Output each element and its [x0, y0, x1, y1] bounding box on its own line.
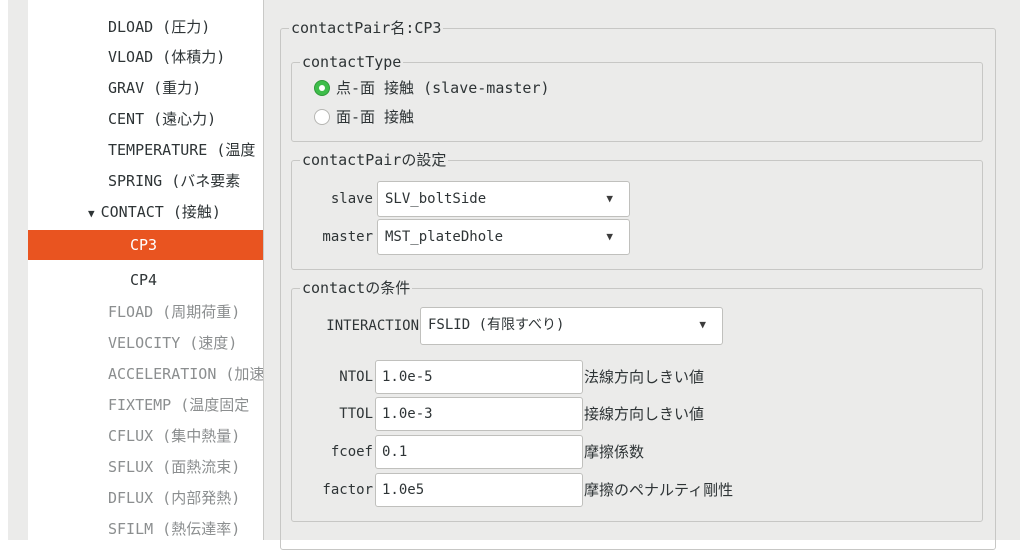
contact-type-legend: contactType: [300, 52, 404, 72]
radio-unchecked-icon[interactable]: [314, 109, 330, 125]
tree-item-vload[interactable]: VLOAD (体積力): [28, 42, 263, 72]
chevron-down-icon[interactable]: ▼: [88, 207, 95, 220]
fcoef-description: 摩擦係数: [584, 443, 645, 461]
tree-item-label: CONTACT (接触): [100, 203, 221, 221]
ttol-field[interactable]: 1.0e-3: [375, 397, 583, 431]
contact-type-group: contactType 点-面 接触 (slave-master) 面-面 接触: [291, 52, 983, 142]
contact-pair-panel: contactPair名:CP3 contactType 点-面 接触 (sla…: [278, 0, 1011, 550]
chevron-down-icon: ▼: [606, 230, 613, 243]
factor-field[interactable]: 1.0e5: [375, 473, 583, 507]
master-combo[interactable]: MST_plateDhole ▼: [377, 219, 630, 255]
interaction-label: INTERACTION: [326, 318, 419, 334]
conditions-legend: contactの条件: [300, 278, 413, 298]
slave-value: SLV_boltSide: [385, 191, 487, 207]
interaction-value: FSLID (有限すべり): [428, 317, 565, 333]
slave-label: slave: [330, 191, 373, 207]
tree-item-cp3[interactable]: CP3: [28, 230, 263, 260]
ntol-description: 法線方向しきい値: [584, 368, 705, 386]
tree-item-label: SPRING (バネ要素: [108, 172, 241, 190]
tree-item-dflux[interactable]: DFLUX (内部発熱): [28, 483, 263, 513]
tree-item-fload[interactable]: FLOAD (周期荷重): [28, 297, 263, 327]
tree-item-label: VELOCITY (速度): [108, 334, 238, 352]
master-label: master: [322, 229, 373, 245]
tree-item-cflux[interactable]: CFLUX (集中熱量): [28, 421, 263, 451]
ntol-label: NTOL: [339, 369, 373, 385]
tree-item-spring[interactable]: SPRING (バネ要素: [28, 166, 263, 196]
contact-pair-title: contactPair名:CP3: [289, 18, 444, 38]
radio-checked-icon[interactable]: [314, 80, 330, 96]
factor-label: factor: [322, 482, 373, 498]
ntol-value: 1.0e-5: [382, 369, 433, 385]
tree-item-label: SFILM (熱伝達率): [108, 520, 241, 538]
tree-item-velocity[interactable]: VELOCITY (速度): [28, 328, 263, 358]
tree-item-label: FIXTEMP (温度固定: [108, 396, 250, 414]
fcoef-value: 0.1: [382, 444, 408, 460]
tree-item-label: GRAV (重力): [108, 79, 202, 97]
radio-surface-surface[interactable]: 面-面 接触: [314, 106, 414, 128]
ttol-label: TTOL: [339, 406, 373, 422]
chevron-down-icon: ▼: [606, 192, 613, 205]
ttol-description: 接線方向しきい値: [584, 405, 705, 423]
fcoef-field[interactable]: 0.1: [375, 435, 583, 469]
chevron-down-icon: ▼: [699, 318, 706, 331]
tree-item-sflux[interactable]: SFLUX (面熱流束): [28, 452, 263, 482]
tree-item-label: CP4: [130, 271, 158, 289]
tree-item-cp4[interactable]: CP4: [28, 265, 263, 295]
ttol-value: 1.0e-3: [382, 406, 433, 422]
tree-item-label: DLOAD (圧力): [108, 18, 211, 36]
master-value: MST_plateDhole: [385, 229, 504, 245]
slave-combo[interactable]: SLV_boltSide ▼: [377, 181, 630, 217]
tree-item-label: VLOAD (体積力): [108, 48, 226, 66]
tree-item-sfilm[interactable]: SFILM (熱伝達率): [28, 514, 263, 540]
radio-node-surface[interactable]: 点-面 接触 (slave-master): [314, 77, 550, 99]
tree-item-dload[interactable]: DLOAD (圧力): [28, 12, 263, 42]
tree-item-label: CP3: [130, 236, 158, 254]
tree-item-label: FLOAD (周期荷重): [108, 303, 241, 321]
boundary-condition-tree[interactable]: DLOAD (圧力) VLOAD (体積力) GRAV (重力) CENT (遠…: [28, 0, 264, 540]
tree-item-contact[interactable]: ▼ CONTACT (接触): [28, 197, 263, 227]
radio-label: 点-面 接触 (slave-master): [336, 79, 550, 97]
tree-item-cent[interactable]: CENT (遠心力): [28, 104, 263, 134]
factor-description: 摩擦のペナルティ剛性: [584, 481, 734, 499]
factor-value: 1.0e5: [382, 482, 425, 498]
fcoef-label: fcoef: [330, 444, 373, 460]
tree-item-acceleration[interactable]: ACCELERATION (加速: [28, 359, 264, 389]
pair-settings-legend: contactPairの設定: [300, 150, 449, 170]
tree-item-label: DFLUX (内部発熱): [108, 489, 241, 507]
tree-item-temperature[interactable]: TEMPERATURE (温度: [28, 135, 263, 165]
interaction-combo[interactable]: FSLID (有限すべり) ▼: [420, 307, 723, 345]
tree-item-grav[interactable]: GRAV (重力): [28, 73, 263, 103]
tree-item-label: SFLUX (面熱流束): [108, 458, 241, 476]
tree-item-label: ACCELERATION (加速: [108, 365, 264, 383]
tree-item-fixtemp[interactable]: FIXTEMP (温度固定: [28, 390, 263, 420]
ntol-field[interactable]: 1.0e-5: [375, 360, 583, 394]
tree-item-label: CENT (遠心力): [108, 110, 217, 128]
radio-label: 面-面 接触: [336, 108, 415, 126]
tree-item-label: TEMPERATURE (温度: [108, 141, 256, 159]
tree-item-label: CFLUX (集中熱量): [108, 427, 241, 445]
